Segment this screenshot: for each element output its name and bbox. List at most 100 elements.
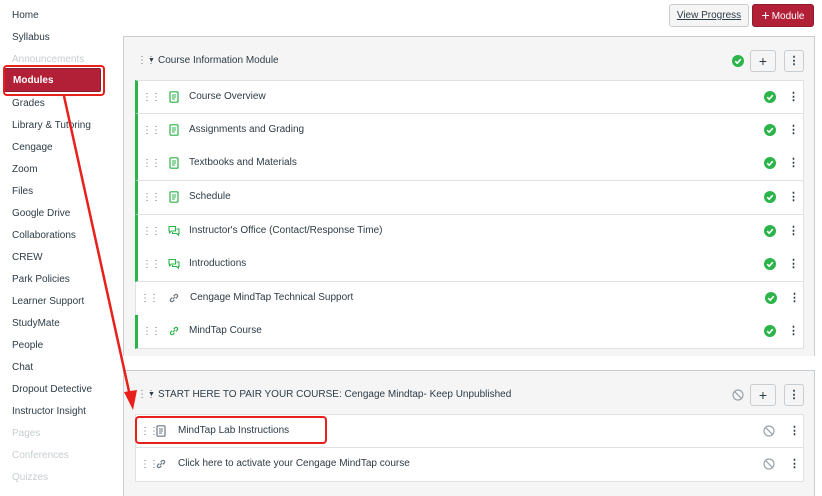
discussion-icon xyxy=(168,258,180,270)
unpublished-icon[interactable] xyxy=(763,458,775,470)
drag-handle-icon[interactable]: ⋮⋮ xyxy=(140,293,159,305)
module-start-here: ⋮ ⋮ ▼ START HERE TO PAIR YOUR COURSE: Cen… xyxy=(123,370,815,496)
page-icon xyxy=(169,191,179,203)
module-item[interactable]: ⋮⋮ Schedule ⋮ xyxy=(135,181,804,215)
published-check-icon[interactable] xyxy=(764,225,776,237)
nav-item-dropout-detective[interactable]: Dropout Detective xyxy=(12,383,92,397)
drag-handle-icon[interactable]: ⋮⋮ xyxy=(142,326,161,338)
nav-item-chat[interactable]: Chat xyxy=(12,361,33,375)
module-item[interactable]: ⋮⋮ Click here to activate your Cengage M… xyxy=(135,448,804,482)
module-item-title[interactable]: Introductions xyxy=(189,258,246,270)
page-icon xyxy=(156,425,166,437)
published-check-icon[interactable] xyxy=(764,258,776,270)
nav-item-studymate[interactable]: StudyMate xyxy=(12,317,60,331)
item-options-icon[interactable]: ⋮ xyxy=(788,123,799,137)
module-item-title[interactable]: Assignments and Grading xyxy=(189,124,304,136)
unpublished-icon[interactable] xyxy=(763,425,775,437)
view-progress-button[interactable]: View Progress xyxy=(669,4,749,27)
view-progress-label: View Progress xyxy=(676,10,742,21)
module-title: Course Information Module xyxy=(158,55,279,66)
nav-item-instructor-insight[interactable]: Instructor Insight xyxy=(12,405,86,419)
item-options-icon[interactable]: ⋮ xyxy=(788,257,799,271)
module-item-title[interactable]: Click here to activate your Cengage Mind… xyxy=(178,458,410,470)
nav-item-modules[interactable]: Modules xyxy=(4,68,101,92)
page-icon xyxy=(169,91,179,103)
module-item-title[interactable]: Instructor's Office (Contact/Response Ti… xyxy=(189,225,382,237)
collapse-caret-icon[interactable]: ▼ xyxy=(148,55,155,67)
add-module-label: Module xyxy=(771,11,805,22)
drag-handle-icon[interactable]: ⋮⋮ xyxy=(142,125,161,137)
module-item[interactable]: ⋮⋮ MindTap Course ⋮ xyxy=(135,315,804,349)
nav-item-syllabus[interactable]: Syllabus xyxy=(12,31,50,45)
item-options-icon[interactable]: ⋮ xyxy=(788,224,799,238)
nav-item-pages[interactable]: Pages xyxy=(12,427,40,441)
nav-item-library-tutoring[interactable]: Library & Tutoring xyxy=(12,119,91,133)
item-options-icon[interactable]: ⋮ xyxy=(789,424,800,438)
module-item-title[interactable]: MindTap Course xyxy=(189,325,262,337)
link-icon xyxy=(169,326,179,336)
module-course-information: ⋮⋮ ▼ Course Information Module + ⋮ ⋮⋮ Co… xyxy=(123,36,815,356)
module-item-title[interactable]: Schedule xyxy=(189,191,231,203)
plus-icon: + xyxy=(761,7,770,23)
module-item[interactable]: ⋮⋮ Instructor's Office (Contact/Response… xyxy=(135,215,804,249)
item-options-icon[interactable]: ⋮ xyxy=(788,156,799,170)
module-item[interactable]: ⋮⋮ Assignments and Grading ⋮ xyxy=(135,114,804,148)
published-check-icon[interactable] xyxy=(764,325,776,337)
module-item[interactable]: ⋮⋮ MindTap Lab Instructions ⋮ xyxy=(135,414,804,448)
nav-item-zoom[interactable]: Zoom xyxy=(12,163,38,177)
module-header[interactable]: ⋮⋮ ▼ START HERE TO PAIR YOUR COURSE: Cen… xyxy=(124,371,814,415)
link-icon xyxy=(169,293,179,303)
unpublished-icon[interactable] xyxy=(732,389,744,401)
published-check-icon[interactable] xyxy=(764,157,776,169)
module-item[interactable]: ⋮⋮ Textbooks and Materials ⋮ xyxy=(135,147,804,181)
published-check-icon[interactable] xyxy=(764,124,776,136)
module-item-title[interactable]: Course Overview xyxy=(189,91,266,103)
module-item[interactable]: ⋮⋮ Course Overview ⋮ xyxy=(135,80,804,114)
drag-handle-icon[interactable]: ⋮⋮ xyxy=(142,158,161,170)
course-navigation: Home Syllabus Announcements Modules Grad… xyxy=(0,0,118,496)
drag-handle-icon[interactable]: ⋮⋮ xyxy=(142,259,161,271)
nav-item-conferences[interactable]: Conferences xyxy=(12,449,69,463)
module-title: START HERE TO PAIR YOUR COURSE: Cengage … xyxy=(158,389,512,400)
published-check-icon[interactable] xyxy=(764,91,776,103)
module-options-button[interactable]: ⋮ xyxy=(784,384,804,406)
nav-item-home[interactable]: Home xyxy=(12,9,39,23)
drag-handle-icon[interactable]: ⋮⋮ xyxy=(142,192,161,204)
page-icon xyxy=(169,157,179,169)
add-module-button[interactable]: + Module xyxy=(752,4,814,27)
nav-item-google-drive[interactable]: Google Drive xyxy=(12,207,70,221)
add-item-button[interactable]: + xyxy=(750,50,776,72)
published-check-icon[interactable] xyxy=(765,292,777,304)
module-item-title[interactable]: Cengage MindTap Technical Support xyxy=(190,292,353,304)
item-options-icon[interactable]: ⋮ xyxy=(789,291,800,305)
page-icon xyxy=(169,124,179,136)
nav-item-people[interactable]: People xyxy=(12,339,43,353)
item-options-icon[interactable]: ⋮ xyxy=(789,457,800,471)
drag-handle-icon[interactable]: ⋮⋮ xyxy=(142,92,161,104)
published-check-icon[interactable] xyxy=(764,191,776,203)
nav-item-park-policies[interactable]: Park Policies xyxy=(12,273,70,287)
nav-item-announcements[interactable]: Announcements xyxy=(12,53,84,67)
nav-item-learner-support[interactable]: Learner Support xyxy=(12,295,84,309)
nav-item-cengage[interactable]: Cengage xyxy=(12,141,53,155)
module-options-button[interactable]: ⋮ xyxy=(784,50,804,72)
link-icon xyxy=(156,459,166,469)
item-options-icon[interactable]: ⋮ xyxy=(788,90,799,104)
add-item-button[interactable]: + xyxy=(750,384,776,406)
collapse-caret-icon[interactable]: ▼ xyxy=(148,389,155,401)
item-options-icon[interactable]: ⋮ xyxy=(788,190,799,204)
nav-item-collaborations[interactable]: Collaborations xyxy=(12,229,76,243)
item-options-icon[interactable]: ⋮ xyxy=(788,324,799,338)
discussion-icon xyxy=(168,225,180,237)
module-item-title[interactable]: MindTap Lab Instructions xyxy=(178,425,289,437)
module-header[interactable]: ⋮⋮ ▼ Course Information Module + ⋮ xyxy=(124,37,814,81)
nav-item-quizzes[interactable]: Quizzes xyxy=(12,471,48,485)
drag-handle-icon[interactable]: ⋮⋮ xyxy=(142,226,161,238)
module-item[interactable]: ⋮⋮ Cengage MindTap Technical Support ⋮ xyxy=(135,282,804,316)
module-item[interactable]: ⋮⋮ Introductions ⋮ xyxy=(135,248,804,282)
published-check-icon[interactable] xyxy=(732,55,744,67)
nav-item-grades[interactable]: Grades xyxy=(12,97,45,111)
nav-item-files[interactable]: Files xyxy=(12,185,33,199)
module-item-title[interactable]: Textbooks and Materials xyxy=(189,157,297,169)
nav-item-crew[interactable]: CREW xyxy=(12,251,43,265)
